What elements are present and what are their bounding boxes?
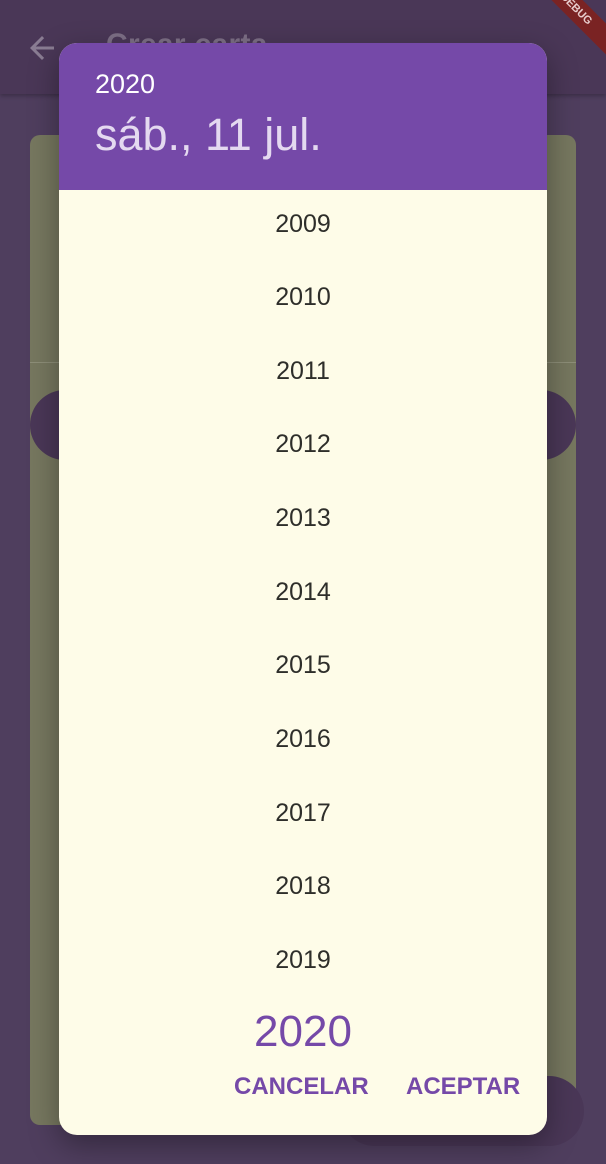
arrow-left-icon[interactable]: [24, 30, 60, 66]
accept-button[interactable]: ACEPTAR: [398, 1057, 528, 1117]
year-item[interactable]: 2009: [59, 199, 547, 249]
year-item[interactable]: 2018: [59, 861, 547, 911]
year-item[interactable]: 2010: [59, 272, 547, 322]
year-item[interactable]: 2013: [59, 493, 547, 543]
date-picker-header: 2020 sáb., 11 jul.: [59, 43, 547, 190]
year-item[interactable]: 2012: [59, 419, 547, 469]
date-picker-dialog: 2020 sáb., 11 jul. 2009 2010 2011 2012 2…: [59, 43, 547, 1135]
year-item[interactable]: 2016: [59, 714, 547, 764]
year-item[interactable]: 2017: [59, 788, 547, 838]
dialog-actions: CANCELAR ACEPTAR: [59, 1057, 547, 1117]
year-item[interactable]: 2011: [59, 346, 547, 396]
header-date[interactable]: sáb., 11 jul.: [95, 109, 322, 161]
header-year[interactable]: 2020: [95, 69, 155, 100]
year-item-selected[interactable]: 2020: [59, 1002, 547, 1052]
year-item[interactable]: 2015: [59, 640, 547, 690]
year-item[interactable]: 2014: [59, 567, 547, 617]
year-item[interactable]: 2019: [59, 935, 547, 985]
year-list[interactable]: 2009 2010 2011 2012 2013 2014 2015 2016 …: [59, 190, 547, 1052]
cancel-button[interactable]: CANCELAR: [226, 1057, 377, 1117]
